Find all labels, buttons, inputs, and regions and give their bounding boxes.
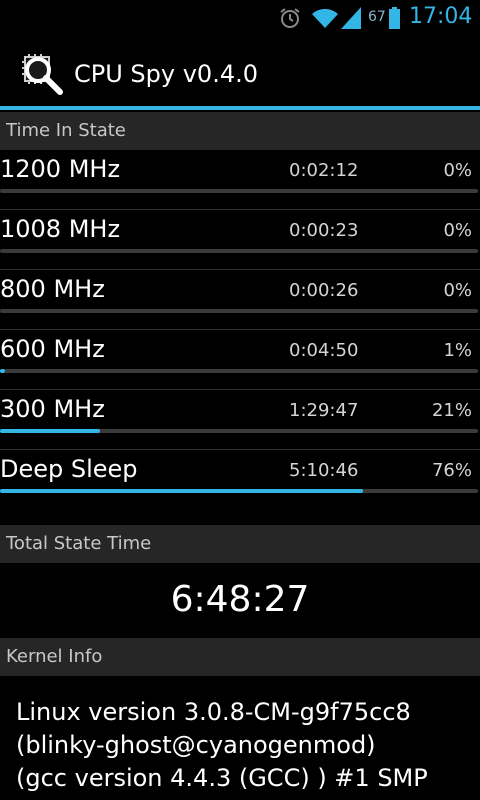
cpu-magnifier-icon[interactable] — [21, 53, 63, 95]
signal-icon — [341, 7, 361, 29]
state-time: 1:29:47 — [289, 400, 359, 421]
state-frequency: 300 MHz — [0, 395, 105, 423]
state-percent: 0% — [443, 280, 472, 301]
state-progress-bar — [0, 309, 478, 313]
action-bar: CPU Spy v0.4.0 — [0, 38, 480, 106]
kernel-info-header: Kernel Info — [0, 638, 480, 676]
battery-level-text: 67 — [368, 9, 386, 25]
time-in-state-label: Time In State — [6, 120, 126, 141]
state-frequency: 800 MHz — [0, 275, 105, 303]
battery-icon — [389, 7, 400, 29]
state-time: 5:10:46 — [289, 460, 359, 481]
state-progress-fill — [0, 489, 364, 493]
kernel-info-line: (blinky-ghost@cyanogenmod) — [16, 731, 376, 759]
state-row[interactable]: Deep Sleep 5:10:46 76% — [0, 450, 480, 510]
state-frequency: Deep Sleep — [0, 455, 138, 483]
state-progress-fill — [0, 369, 5, 373]
time-in-state-header: Time In State — [0, 112, 480, 150]
wifi-icon — [312, 8, 338, 28]
state-progress-bar — [0, 429, 478, 433]
state-percent: 0% — [443, 220, 472, 241]
state-percent: 0% — [443, 160, 472, 181]
state-row[interactable]: 300 MHz 1:29:47 21% — [0, 390, 480, 450]
state-time: 0:00:26 — [289, 280, 359, 301]
state-row[interactable]: 600 MHz 0:04:50 1% — [0, 330, 480, 390]
state-progress-bar — [0, 369, 478, 373]
state-frequency: 1200 MHz — [0, 155, 121, 183]
app-title: CPU Spy v0.4.0 — [74, 60, 258, 88]
state-time: 0:04:50 — [289, 340, 359, 361]
action-bar-divider — [0, 106, 480, 110]
state-percent: 1% — [443, 340, 472, 361]
state-progress-bar — [0, 489, 478, 493]
state-progress-bar — [0, 249, 478, 253]
status-time: 17:04 — [409, 4, 473, 29]
state-frequency: 600 MHz — [0, 335, 105, 363]
state-progress-bar — [0, 189, 478, 193]
total-state-time-header: Total State Time — [0, 525, 480, 563]
kernel-info-text: Linux version 3.0.8-CM-g9f75cc8 (blinky-g… — [16, 696, 476, 795]
kernel-info-line: Linux version 3.0.8-CM-g9f75cc8 — [16, 698, 411, 726]
status-bar: 67 17:04 — [0, 0, 480, 38]
kernel-info-line: (gcc version 4.4.3 (GCC) ) #1 SMP — [16, 764, 428, 792]
state-time: 0:00:23 — [289, 220, 359, 241]
kernel-info-label: Kernel Info — [6, 646, 103, 667]
alarm-icon — [280, 8, 300, 28]
state-time: 0:02:12 — [289, 160, 359, 181]
state-percent: 21% — [431, 400, 472, 421]
total-state-time-label: Total State Time — [6, 533, 152, 554]
state-percent: 76% — [431, 460, 472, 481]
state-row[interactable]: 800 MHz 0:00:26 0% — [0, 270, 480, 330]
state-frequency: 1008 MHz — [0, 215, 121, 243]
state-row[interactable]: 1200 MHz 0:02:12 0% — [0, 150, 480, 210]
total-state-time-value: 6:48:27 — [170, 579, 310, 620]
state-row[interactable]: 1008 MHz 0:00:23 0% — [0, 210, 480, 270]
state-progress-fill — [0, 429, 101, 433]
